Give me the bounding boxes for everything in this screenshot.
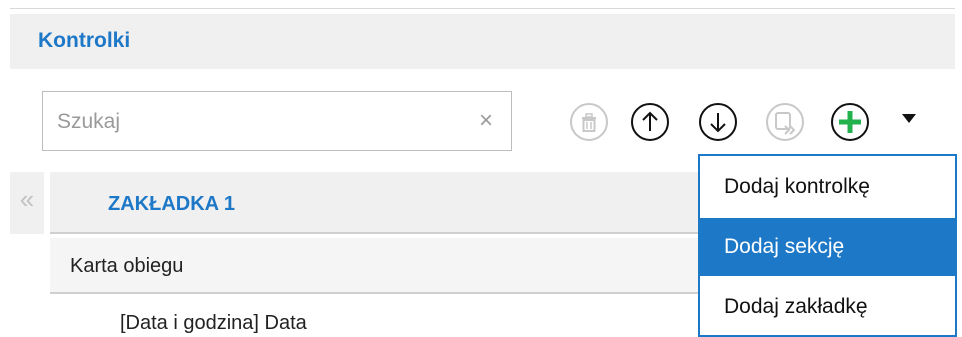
trash-icon [570, 103, 608, 141]
arrow-up-icon [631, 103, 669, 141]
collapse-panel-button[interactable]: « [10, 172, 44, 234]
plus-icon [831, 103, 869, 141]
move-up-button[interactable] [630, 102, 670, 142]
add-button[interactable] [830, 102, 870, 142]
top-divider [10, 8, 955, 9]
clear-icon[interactable]: × [479, 106, 493, 136]
caret-down-icon[interactable] [902, 114, 916, 123]
menu-item-add-control[interactable]: Dodaj kontrolkę [700, 158, 955, 216]
move-down-button[interactable] [698, 102, 738, 142]
section-label: Karta obiegu [70, 255, 184, 277]
arrow-down-icon [699, 103, 737, 141]
menu-item-add-tab[interactable]: Dodaj zakładkę [700, 278, 955, 336]
add-dropdown-menu: Dodaj kontrolkę Dodaj sekcję Dodaj zakła… [698, 154, 957, 337]
search-input[interactable] [55, 104, 459, 140]
tab-label: ZAKŁADKA 1 [108, 193, 236, 215]
menu-item-add-section[interactable]: Dodaj sekcję [700, 218, 955, 276]
panel-header: Kontrolki [10, 14, 955, 69]
double-chevron-left-icon: « [19, 184, 35, 214]
search-box[interactable]: × [42, 91, 512, 151]
move-to-icon [766, 103, 804, 141]
delete-button[interactable] [569, 102, 609, 142]
move-to-button[interactable] [765, 102, 805, 142]
panel-title: Kontrolki [38, 29, 131, 52]
field-label: [Data i godzina] Data [120, 312, 307, 334]
